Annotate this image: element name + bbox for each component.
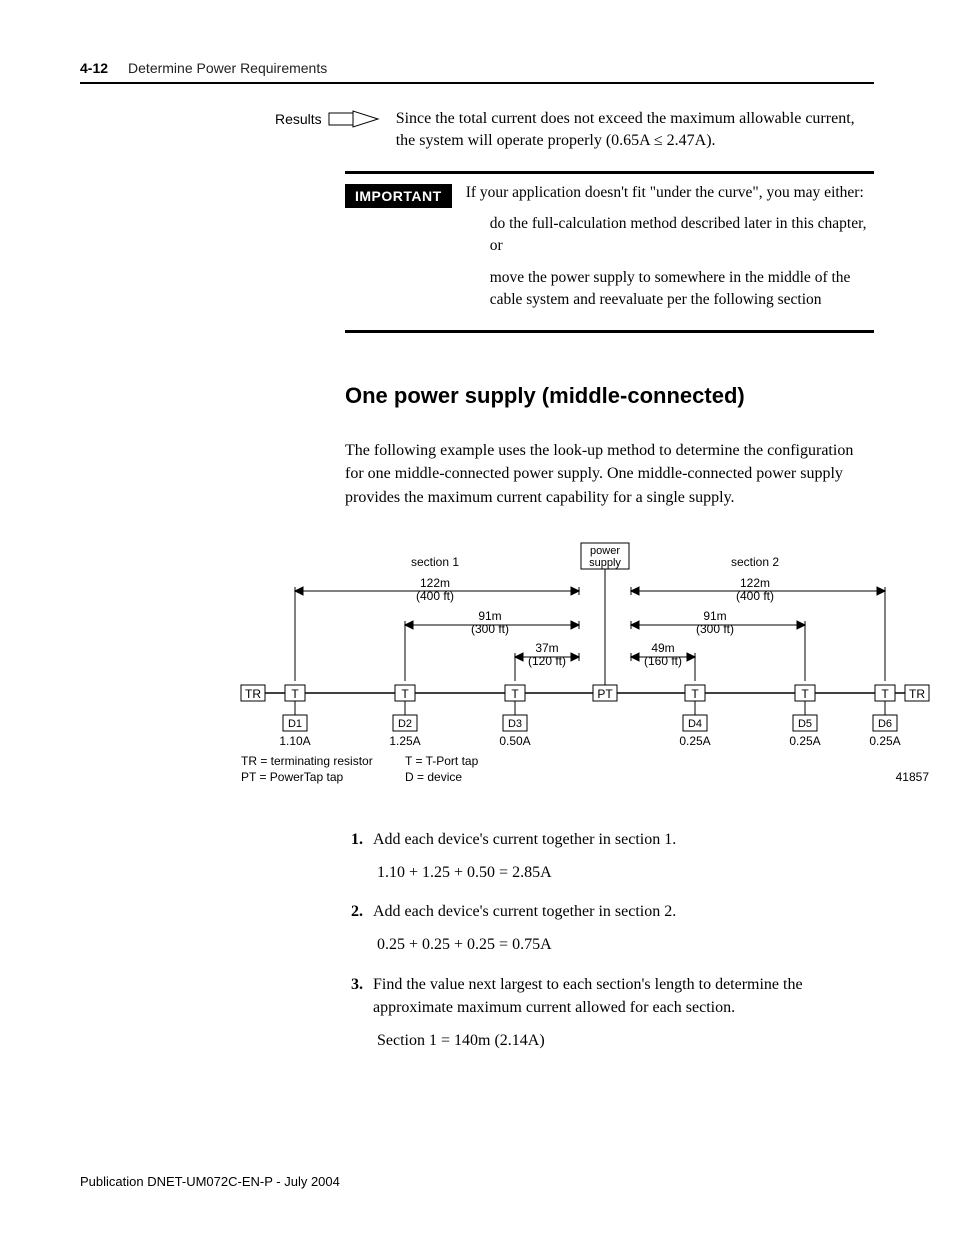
results-callout: Results Since the total current does not… xyxy=(80,108,874,153)
results-tag: Results xyxy=(275,108,384,130)
svg-text:37m: 37m xyxy=(535,641,558,655)
tr-right-label: TR xyxy=(909,687,925,701)
important-bullet-2: move the power supply to somewhere in th… xyxy=(490,267,874,310)
svg-text:power: power xyxy=(590,545,620,557)
tr-left-label: TR xyxy=(245,687,261,701)
section-intro: The following example uses the look-up m… xyxy=(345,439,874,509)
svg-text:D6: D6 xyxy=(878,718,892,730)
legend-tr: TR = terminating resistor xyxy=(241,754,373,768)
important-bullet-1: do the full-calculation method described… xyxy=(490,213,874,256)
power-topology-diagram: TR TR T D1 1.10A T D2 xyxy=(235,533,935,793)
tap-T1: T D1 1.10A xyxy=(279,685,310,748)
svg-text:(160 ft): (160 ft) xyxy=(644,654,682,668)
diagram: TR TR T D1 1.10A T D2 xyxy=(235,533,874,798)
step-1-text: Add each device's current together in se… xyxy=(373,831,676,848)
svg-text:T: T xyxy=(801,687,809,701)
svg-text:(300 ft): (300 ft) xyxy=(696,622,734,636)
results-arrow-icon xyxy=(328,108,384,130)
publication-footer: Publication DNET-UM072C-EN-P - July 2004 xyxy=(80,1174,340,1189)
step-2-calc: 0.25 + 0.25 + 0.25 = 0.75A xyxy=(377,933,874,956)
svg-text:49m: 49m xyxy=(651,641,674,655)
step-1: Add each device's current together in se… xyxy=(367,828,874,884)
svg-text:T: T xyxy=(291,687,299,701)
svg-text:0.25A: 0.25A xyxy=(679,734,710,748)
tap-T6: T D6 0.25A xyxy=(869,685,900,748)
page-number: 4-12 xyxy=(80,60,108,76)
svg-text:(300 ft): (300 ft) xyxy=(471,622,509,636)
page: 4-12 Determine Power Requirements Result… xyxy=(0,0,954,1235)
svg-text:section 2: section 2 xyxy=(731,555,779,569)
svg-text:D5: D5 xyxy=(798,718,812,730)
important-badge: IMPORTANT xyxy=(345,184,452,208)
svg-text:D4: D4 xyxy=(688,718,702,730)
main-column: IMPORTANT If your application doesn't fi… xyxy=(345,171,874,1052)
svg-text:PT: PT xyxy=(597,687,613,701)
svg-text:122m: 122m xyxy=(420,576,450,590)
svg-text:122m: 122m xyxy=(740,576,770,590)
step-2-text: Add each device's current together in se… xyxy=(373,903,676,920)
tap-T3: T D3 0.50A xyxy=(499,685,530,748)
svg-text:0.25A: 0.25A xyxy=(789,734,820,748)
important-box: IMPORTANT If your application doesn't fi… xyxy=(345,171,874,333)
svg-text:section 1: section 1 xyxy=(411,555,459,569)
legend-pt: PT = PowerTap tap xyxy=(241,770,343,784)
step-2: Add each device's current together in se… xyxy=(367,900,874,956)
section-heading: One power supply (middle-connected) xyxy=(345,383,874,409)
svg-text:D2: D2 xyxy=(398,718,412,730)
svg-text:T: T xyxy=(881,687,889,701)
results-text: Since the total current does not exceed … xyxy=(396,108,874,153)
page-header: 4-12 Determine Power Requirements xyxy=(80,60,874,84)
tap-T4: T D4 0.25A xyxy=(679,685,710,748)
figure-id: 41857 xyxy=(896,770,930,784)
svg-text:T: T xyxy=(691,687,699,701)
step-3: Find the value next largest to each sect… xyxy=(367,973,874,1053)
svg-text:supply: supply xyxy=(589,557,621,569)
svg-text:D1: D1 xyxy=(288,718,302,730)
svg-text:(400 ft): (400 ft) xyxy=(736,589,774,603)
step-3-text: Find the value next largest to each sect… xyxy=(373,976,803,1016)
svg-text:0.25A: 0.25A xyxy=(869,734,900,748)
results-label: Results xyxy=(275,111,322,127)
legend-t: T = T-Port tap xyxy=(405,754,479,768)
tap-T5: T D5 0.25A xyxy=(789,685,820,748)
svg-text:91m: 91m xyxy=(703,609,726,623)
tap-T2: T D2 1.25A xyxy=(389,685,420,748)
header-section-title: Determine Power Requirements xyxy=(128,60,327,76)
svg-text:0.50A: 0.50A xyxy=(499,734,530,748)
svg-text:1.10A: 1.10A xyxy=(279,734,310,748)
svg-text:91m: 91m xyxy=(478,609,501,623)
steps-list: Add each device's current together in se… xyxy=(345,828,874,1052)
power-tap: PT power supply xyxy=(581,543,629,701)
step-1-calc: 1.10 + 1.25 + 0.50 = 2.85A xyxy=(377,861,874,884)
svg-text:D3: D3 xyxy=(508,718,522,730)
svg-text:(120 ft): (120 ft) xyxy=(528,654,566,668)
svg-text:T: T xyxy=(511,687,519,701)
legend-d: D = device xyxy=(405,770,462,784)
important-intro: If your application doesn't fit "under t… xyxy=(466,182,874,204)
important-body: If your application doesn't fit "under t… xyxy=(466,182,874,320)
svg-text:(400 ft): (400 ft) xyxy=(416,589,454,603)
svg-text:T: T xyxy=(401,687,409,701)
step-3-calc: Section 1 = 140m (2.14A) xyxy=(377,1029,874,1052)
svg-text:1.25A: 1.25A xyxy=(389,734,420,748)
